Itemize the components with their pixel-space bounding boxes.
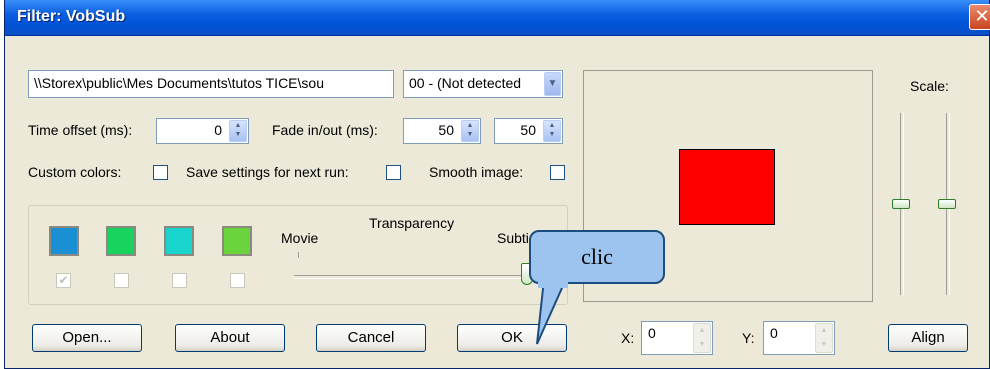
fade-out-value: 50 — [520, 122, 536, 138]
scale-y-slider-thumb[interactable] — [938, 199, 956, 209]
spin-arrows-icon[interactable]: ▲ ▼ — [543, 120, 561, 142]
fade-in-value: 50 — [438, 122, 454, 138]
time-offset-value: 0 — [214, 122, 222, 138]
close-icon: ✕ — [974, 6, 990, 26]
fade-in-spinner[interactable]: 50 ▲ ▼ — [403, 118, 481, 144]
color-swatch-1[interactable] — [49, 226, 79, 256]
stream-select-value: 00 - (Not detected — [409, 75, 522, 91]
color-1-checkbox[interactable]: ✔ — [56, 273, 71, 288]
open-button[interactable]: Open... — [32, 324, 142, 352]
time-offset-label: Time offset (ms): — [28, 122, 133, 138]
y-position-spinner[interactable]: 0 ▲ ▼ — [763, 321, 835, 355]
close-button[interactable]: ✕ — [969, 4, 990, 30]
x-position-label: X: — [621, 330, 635, 346]
callout-bubble: clic — [529, 230, 665, 284]
fade-out-spinner[interactable]: 50 ▲ ▼ — [494, 118, 563, 144]
about-button[interactable]: About — [175, 324, 285, 352]
window-title: Filter: VobSub — [17, 8, 126, 25]
color-swatch-2[interactable] — [106, 226, 136, 256]
spin-arrows-icon[interactable]: ▲ ▼ — [461, 120, 479, 142]
spin-arrows-icon[interactable]: ▲ ▼ — [229, 120, 247, 142]
scale-x-slider-thumb[interactable] — [892, 199, 910, 209]
color-3-checkbox[interactable] — [172, 273, 187, 288]
transparency-slider-track[interactable] — [294, 275, 534, 279]
callout-join — [538, 282, 568, 288]
color-2-checkbox[interactable] — [114, 273, 129, 288]
transparency-movie-label: Movie — [281, 230, 319, 246]
color-swatch-4[interactable] — [222, 226, 252, 256]
save-settings-label: Save settings for next run: — [186, 164, 349, 180]
align-button[interactable]: Align — [888, 324, 968, 352]
check-mark-icon: ✔ — [58, 273, 69, 287]
cancel-button[interactable]: Cancel — [316, 324, 426, 352]
y-position-label: Y: — [742, 330, 755, 346]
x-position-value: 0 — [648, 325, 656, 341]
file-path-field[interactable]: \\Storex\public\Mes Documents\tutos TICE… — [28, 70, 394, 98]
smooth-image-label: Smooth image: — [429, 164, 524, 180]
custom-colors-label: Custom colors: — [28, 164, 122, 180]
title-bar: Filter: VobSub ✕ — [5, 0, 990, 36]
callout-text: clic — [581, 244, 613, 269]
smooth-image-checkbox[interactable] — [550, 165, 565, 180]
transparency-subtitle-label: Subti — [497, 230, 529, 246]
custom-colors-checkbox[interactable] — [153, 165, 168, 180]
y-position-value: 0 — [770, 325, 778, 341]
spin-arrows-icon[interactable]: ▲ ▼ — [693, 323, 711, 353]
spin-arrows-icon[interactable]: ▲ ▼ — [815, 323, 833, 353]
subtitle-preview-box — [679, 149, 775, 225]
vobsub-filter-dialog: Filter: VobSub ✕ \\Storex\public\Mes Doc… — [4, 0, 990, 369]
time-offset-spinner[interactable]: 0 ▲ ▼ — [156, 118, 249, 144]
x-position-spinner[interactable]: 0 ▲ ▼ — [641, 321, 713, 355]
save-settings-checkbox[interactable] — [386, 165, 401, 180]
color-swatch-3[interactable] — [164, 226, 194, 256]
scale-label: Scale: — [910, 78, 949, 94]
color-4-checkbox[interactable] — [230, 273, 245, 288]
fade-label: Fade in/out (ms): — [272, 122, 378, 138]
transparency-title: Transparency — [369, 215, 455, 231]
stream-select[interactable]: 00 - (Not detected ▼ — [403, 70, 563, 98]
chevron-down-icon[interactable]: ▼ — [544, 72, 561, 96]
slider-tick — [298, 252, 299, 258]
